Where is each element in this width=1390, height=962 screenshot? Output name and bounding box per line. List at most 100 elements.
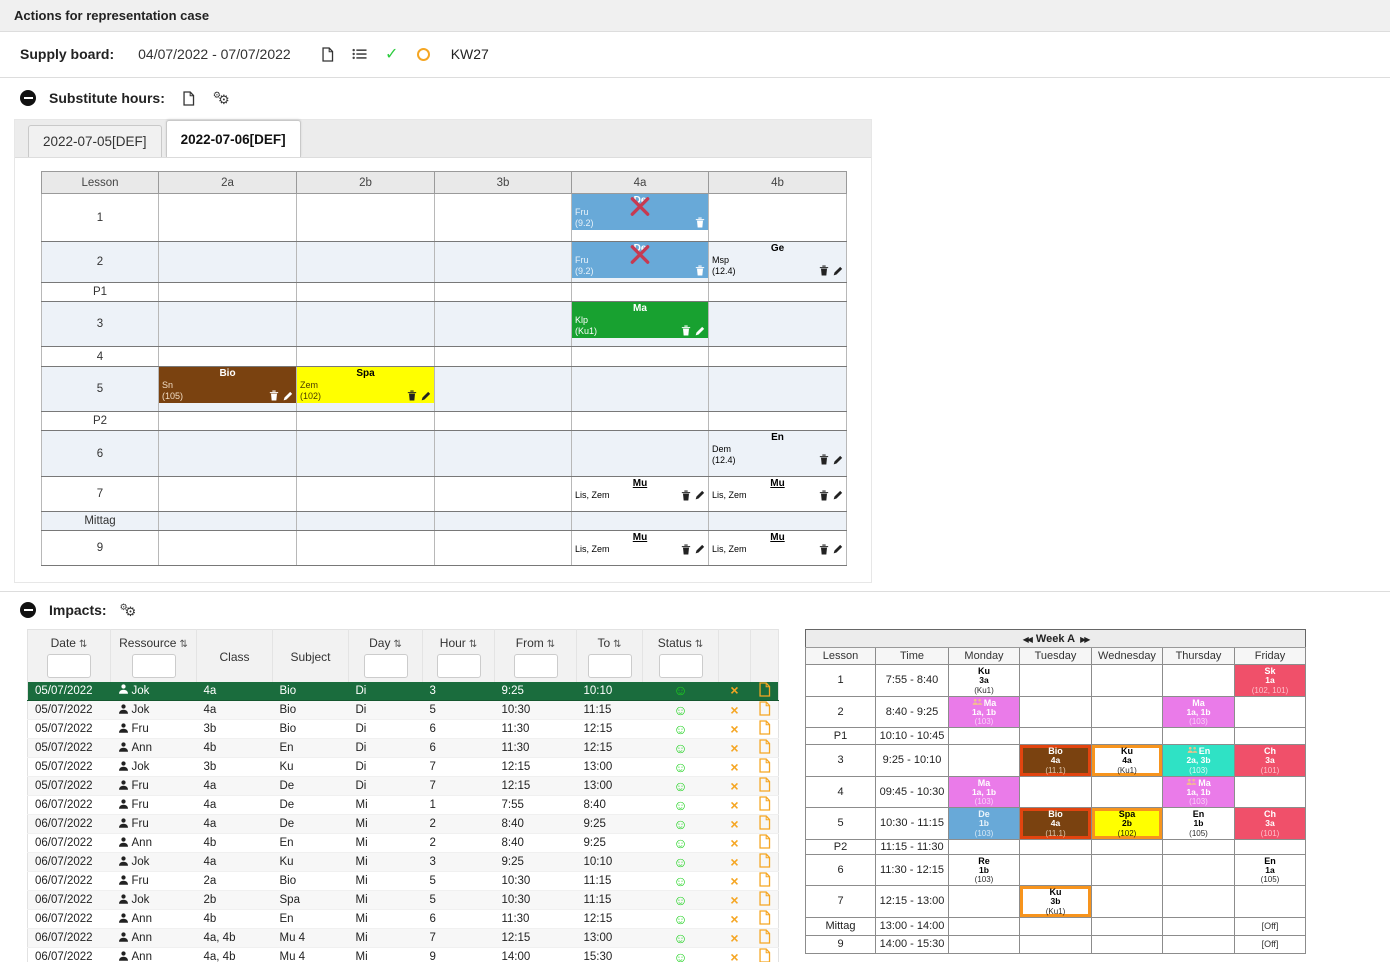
remove-x-icon[interactable]: × [730,778,738,794]
filter-input-date[interactable] [47,654,91,678]
week-cell-thursday-2[interactable]: Ma1a, 1b(103) [1163,696,1235,728]
note-doc-icon[interactable] [758,682,771,697]
week-cell-friday-9[interactable]: [Off] [1235,935,1306,953]
week-cell-friday-6[interactable]: En1a(105) [1235,854,1306,886]
list-icon[interactable] [349,44,371,64]
note-doc-icon[interactable] [758,910,771,925]
settings-gears-icon[interactable]: ⚙⚙ [213,91,227,106]
note-doc-icon[interactable] [758,701,771,716]
impacts-row[interactable]: 06/07/2022Jok4aKuMi39:2510:10☺× [28,853,779,872]
remove-x-icon[interactable]: × [730,930,738,946]
sort-icon[interactable]: ⇅ [695,639,703,650]
trash-icon[interactable] [819,544,829,555]
circle-icon[interactable] [413,44,435,64]
sort-icon[interactable]: ⇅ [393,639,401,650]
pencil-icon[interactable] [695,544,705,554]
remove-x-icon[interactable]: × [730,835,738,851]
week-cell-tuesday-7[interactable]: Ku3b(Ku1) [1020,886,1092,918]
column-header-status[interactable]: Status⇅ [643,630,719,682]
week-next-icon[interactable]: ▶▶ [1080,635,1088,644]
filter-input-from[interactable] [514,654,558,678]
week-cell-monday-1[interactable]: Ku3a(Ku1) [949,665,1020,697]
note-doc-icon[interactable] [758,796,771,811]
pencil-icon[interactable] [283,391,293,401]
filter-input-status[interactable] [659,654,703,678]
timetable-cell-4a-1[interactable]: DeFru(9.2) [572,194,709,242]
trash-icon[interactable] [681,544,691,555]
impacts-row[interactable]: 06/07/2022Fru4aDeMi17:558:40☺× [28,796,779,815]
remove-x-icon[interactable]: × [730,911,738,927]
trash-icon[interactable] [407,390,417,401]
column-header-day[interactable]: Day⇅ [349,630,423,682]
week-cell-tuesday-5[interactable]: Bio4a(11.1) [1020,808,1092,840]
trash-icon[interactable] [819,490,829,501]
note-doc-icon[interactable] [758,815,771,830]
pencil-icon[interactable] [833,490,843,500]
filter-input-ressource[interactable] [132,654,176,678]
sort-icon[interactable]: ⇅ [79,639,87,650]
note-doc-icon[interactable] [758,834,771,849]
timetable-cell-2b-5[interactable]: SpaZem(102) [297,367,435,412]
note-doc-icon[interactable] [758,777,771,792]
impacts-row[interactable]: 06/07/2022Jok2bSpaMi510:3011:15☺× [28,891,779,910]
remove-x-icon[interactable]: × [730,740,738,756]
timetable-cell-2a-5[interactable]: BioSn(105) [159,367,297,412]
remove-x-icon[interactable]: × [730,682,738,698]
remove-x-icon[interactable]: × [730,759,738,775]
timetable-cell-4a-9[interactable]: MuLis, Zem [572,531,709,566]
tab-2022-07-06[DEF][interactable]: 2022-07-06[DEF] [166,120,301,157]
impacts-row[interactable]: 05/07/2022Jok4aBioDi510:3011:15☺× [28,701,779,720]
trash-icon[interactable] [695,265,705,276]
column-header-from[interactable]: From⇅ [495,630,577,682]
filter-input-to[interactable] [588,654,632,678]
remove-x-icon[interactable]: × [730,892,738,908]
impacts-row[interactable]: 06/07/2022Fru2aBioMi510:3011:15☺× [28,872,779,891]
pencil-icon[interactable] [833,266,843,276]
note-doc-icon[interactable] [758,948,771,962]
impacts-row[interactable]: 06/07/2022Ann4a, 4bMu 4Mi712:1513:00☺× [28,929,779,948]
column-header-hour[interactable]: Hour⇅ [423,630,495,682]
pencil-icon[interactable] [833,544,843,554]
week-cell-friday-1[interactable]: Sk1a(102, 101) [1235,665,1306,697]
trash-icon[interactable] [681,325,691,336]
remove-x-icon[interactable]: × [730,816,738,832]
trash-icon[interactable] [695,217,705,228]
filter-input-day[interactable] [364,654,408,678]
document-icon[interactable] [178,88,200,108]
week-prev-icon[interactable]: ◀◀ [1023,635,1031,644]
impacts-row[interactable]: 05/07/2022Fru4aDeDi712:1513:00☺× [28,777,779,796]
remove-x-icon[interactable]: × [730,797,738,813]
document-icon[interactable] [317,44,339,64]
impacts-row[interactable]: 05/07/2022Fru3bBioDi611:3012:15☺× [28,720,779,739]
remove-x-icon[interactable]: × [730,721,738,737]
week-cell-friday-3[interactable]: Ch3a(101) [1235,745,1306,777]
impacts-row[interactable]: 06/07/2022Ann4bEnMi611:3012:15☺× [28,910,779,929]
timetable-cell-4a-7[interactable]: MuLis, Zem [572,477,709,512]
column-header-date[interactable]: Date⇅ [28,630,111,682]
note-doc-icon[interactable] [758,758,771,773]
impacts-row[interactable]: 06/07/2022Ann4bEnMi28:409:25☺× [28,834,779,853]
note-doc-icon[interactable] [758,853,771,868]
note-doc-icon[interactable] [758,739,771,754]
collapse-icon[interactable] [20,602,36,618]
timetable-cell-4a-2[interactable]: DeFru(9.2) [572,242,709,283]
trash-icon[interactable] [819,454,829,465]
week-cell-monday-2[interactable]: Ma1a, 1b(103) [949,696,1020,728]
sort-icon[interactable]: ⇅ [613,639,621,650]
note-doc-icon[interactable] [758,720,771,735]
week-cell-wednesday-3[interactable]: Ku4a(Ku1) [1092,745,1163,777]
trash-icon[interactable] [269,390,279,401]
timetable-cell-4b-9[interactable]: MuLis, Zem [709,531,847,566]
sort-icon[interactable]: ⇅ [469,639,477,650]
check-icon[interactable]: ✓ [381,44,403,64]
collapse-icon[interactable] [20,90,36,106]
impacts-row[interactable]: 06/07/2022Ann4a, 4bMu 4Mi914:0015:30☺× [28,948,779,962]
pencil-icon[interactable] [695,326,705,336]
impacts-row[interactable]: 05/07/2022Jok4aBioDi39:2510:10☺× [28,682,779,701]
week-cell-thursday-5[interactable]: En1b(105) [1163,808,1235,840]
week-cell-friday-Mittag[interactable]: [Off] [1235,917,1306,935]
week-cell-tuesday-3[interactable]: Bio4a(11.1) [1020,745,1092,777]
week-cell-friday-5[interactable]: Ch3a(101) [1235,808,1306,840]
pencil-icon[interactable] [421,391,431,401]
week-cell-monday-4[interactable]: Ma1a, 1b(103) [949,776,1020,808]
